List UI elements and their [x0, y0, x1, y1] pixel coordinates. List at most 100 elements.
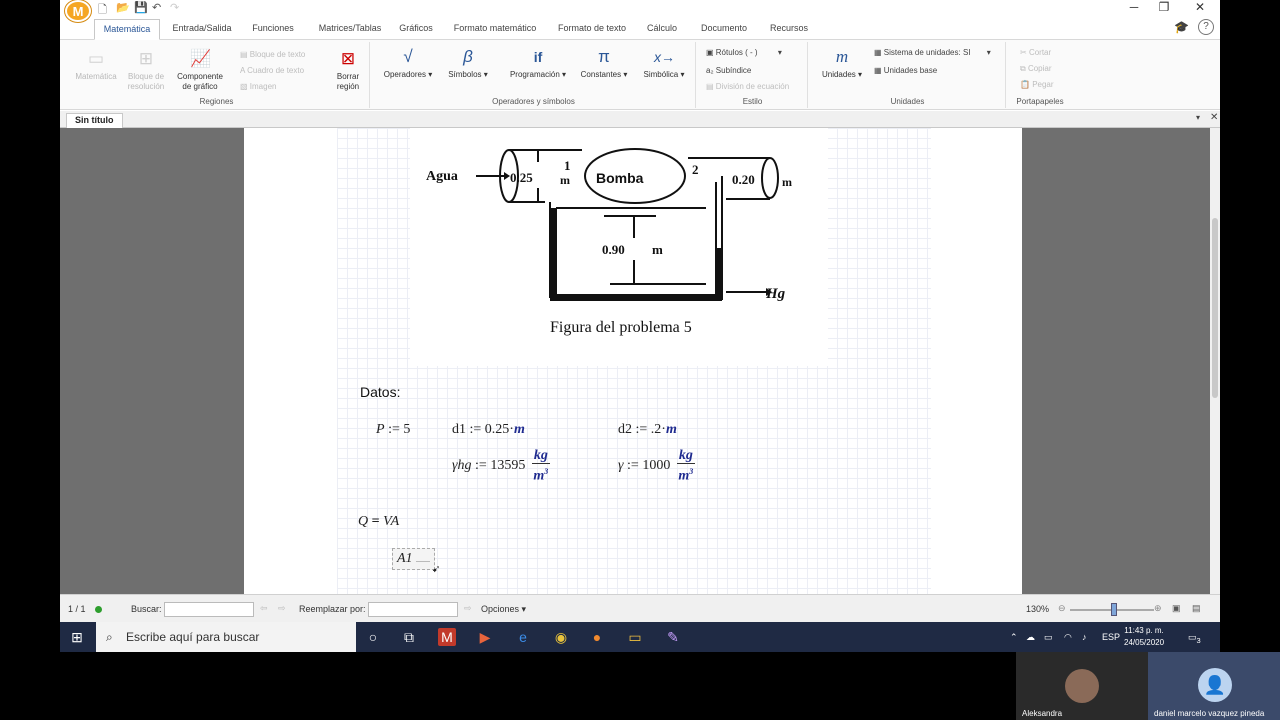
opciones-dropdown[interactable]: Opciones ▾: [481, 604, 526, 615]
file-explorer-icon[interactable]: ▭: [626, 628, 644, 646]
search-input[interactable]: [164, 602, 254, 617]
tab-formato-texto[interactable]: Formato de texto: [552, 19, 632, 40]
constantes-button[interactable]: π Constantes ▾: [576, 48, 632, 80]
maximize-button[interactable]: ❐: [1154, 0, 1174, 14]
zoom-slider-thumb[interactable]: [1111, 603, 1117, 616]
math-region-icon: ▭: [87, 49, 105, 68]
eq-p-region[interactable]: P := 5: [376, 422, 410, 438]
edge-icon[interactable]: e: [514, 628, 532, 646]
bloque-texto-button[interactable]: ▤ Bloque de texto: [240, 50, 305, 59]
eq-d1-region[interactable]: d1 := 0.25·m: [452, 422, 525, 438]
figure-caption: Figura del problema 5: [550, 319, 692, 336]
unidades-button[interactable]: m Unidades ▾: [816, 48, 868, 80]
copiar-button[interactable]: ⧉ Copiar: [1020, 64, 1052, 74]
reemplazar-label: Reemplazar por:: [299, 604, 366, 614]
subindice-button[interactable]: a₂ Subíndice: [706, 66, 751, 75]
chrome-icon[interactable]: ◉: [552, 628, 570, 646]
zoom-out-icon[interactable]: ⊖: [1058, 603, 1066, 614]
next-arrow-icon[interactable]: ⇨: [278, 603, 286, 614]
bloque-resolucion-button[interactable]: ⊞ Bloque de resolución: [124, 50, 168, 92]
cuadro-texto-button[interactable]: A Cuadro de texto: [240, 66, 304, 75]
volume-icon[interactable]: ♪: [1082, 622, 1087, 652]
page-view-icon[interactable]: ▣: [1172, 603, 1181, 614]
label-d2: 0.20: [732, 172, 755, 187]
simbolos-button[interactable]: β Símbolos ▾: [442, 48, 494, 80]
chart-icon: 📈: [190, 49, 212, 68]
task-view-icon[interactable]: ⧉: [400, 628, 418, 646]
save-icon[interactable]: 💾: [134, 1, 148, 14]
notifications-icon[interactable]: ▭3: [1188, 622, 1201, 656]
label-h-unit: m: [652, 242, 663, 257]
sistema-unidades-dropdown[interactable]: ▦ Sistema de unidades: SI ▾: [874, 48, 991, 57]
document-tab[interactable]: Sin título: [66, 113, 123, 128]
datos-label[interactable]: Datos:: [360, 384, 400, 400]
tab-formato-matematico[interactable]: Formato matemático: [448, 19, 542, 40]
eq-gamma-region[interactable]: γ := 1000 kg m3: [618, 448, 695, 484]
zoom-in-icon[interactable]: ⊕: [1154, 603, 1162, 614]
cortana-icon[interactable]: ○: [364, 628, 382, 646]
pegar-button[interactable]: 📋 Pegar: [1020, 80, 1054, 89]
help-icon[interactable]: ?: [1198, 19, 1214, 35]
language-indicator[interactable]: ESP: [1102, 622, 1120, 652]
group-portapapeles: ✂ Cortar ⧉ Copiar 📋 Pegar Portapapeles: [1016, 48, 1064, 106]
video-tile-daniel[interactable]: 👤 daniel marcelo vazquez pineda: [1148, 652, 1280, 720]
eq-d2-region[interactable]: d2 := .2·m: [618, 422, 677, 438]
undo-icon[interactable]: ↶: [152, 1, 161, 14]
imagen-button[interactable]: ▧ Imagen: [240, 82, 276, 91]
group-unidades: m Unidades ▾ ▦ Sistema de unidades: SI ▾ …: [810, 42, 1006, 108]
wifi-icon[interactable]: ◠: [1064, 622, 1072, 652]
worksheet-page[interactable]: Agua 0.25 m 1 Bomba 2 0.20 m 0.90 m Hg F…: [244, 128, 1022, 594]
scrollbar-thumb[interactable]: [1212, 218, 1218, 398]
battery-icon[interactable]: ▭: [1044, 622, 1053, 652]
label-n1: 1: [564, 158, 571, 173]
mathcad-taskbar-icon[interactable]: M: [438, 628, 456, 646]
programacion-button[interactable]: if Programación ▾: [502, 48, 574, 80]
eq-gamma-hg-region[interactable]: γhg := 13595 kg m3: [452, 448, 550, 484]
draft-view-icon[interactable]: ▤: [1192, 603, 1201, 614]
firefox-icon[interactable]: ●: [588, 628, 606, 646]
graduation-cap-icon[interactable]: 🎓: [1174, 20, 1189, 34]
cortar-button[interactable]: ✂ Cortar: [1020, 48, 1051, 57]
tab-matematica[interactable]: Matemática: [94, 19, 160, 40]
tray-chevron-icon[interactable]: ⌃: [1010, 622, 1018, 652]
close-button[interactable]: ✕: [1190, 0, 1210, 14]
unidades-base-button[interactable]: ▦ Unidades base: [874, 66, 937, 75]
minimize-button[interactable]: ─: [1124, 0, 1144, 14]
paint-icon[interactable]: ✎: [664, 628, 682, 646]
label-d2-unit: m: [782, 175, 792, 189]
app-logo[interactable]: M: [65, 0, 91, 22]
prev-arrow-icon[interactable]: ⇦: [260, 603, 268, 614]
label-hg: Hg: [765, 286, 786, 302]
division-ecuacion-button[interactable]: ▤ División de ecuación: [706, 82, 789, 91]
operadores-button[interactable]: √ Operadores ▾: [382, 48, 434, 80]
tab-entrada-salida[interactable]: Entrada/Salida: [168, 19, 236, 40]
video-tile-aleksandra[interactable]: Aleksandra: [1016, 652, 1148, 720]
eq-q-region[interactable]: Q = VA: [358, 514, 399, 530]
eq-a1-active-region[interactable]: A1: [392, 548, 436, 570]
tab-funciones[interactable]: Funciones: [246, 19, 300, 40]
onedrive-icon[interactable]: ☁: [1026, 622, 1035, 652]
clock[interactable]: 11:43 p. m. 24/05/2020: [1124, 625, 1164, 649]
vertical-scrollbar[interactable]: [1210, 128, 1220, 594]
tab-documento[interactable]: Documento: [696, 19, 752, 40]
tab-calculo[interactable]: Cálculo: [642, 19, 682, 40]
tab-graficos[interactable]: Gráficos: [394, 19, 438, 40]
tab-recursos[interactable]: Recursos: [764, 19, 814, 40]
rotulos-dropdown[interactable]: ▣ Rótulos ( - ) ▾: [706, 48, 782, 57]
replace-arrow-icon[interactable]: ⇨: [464, 603, 472, 614]
ribbon: ▭ Matemática ⊞ Bloque de resolución 📈 Compo…: [60, 40, 1220, 110]
matematica-button[interactable]: ▭ Matemática: [74, 50, 118, 82]
close-tab-icon[interactable]: ✕: [1210, 112, 1218, 123]
tab-list-icon[interactable]: ▾: [1196, 113, 1200, 122]
simbolica-button[interactable]: x→ Simbólica ▾: [636, 48, 692, 80]
powerpoint-icon[interactable]: ▶: [476, 628, 494, 646]
tab-matrices-tablas[interactable]: Matrices/Tablas: [310, 19, 390, 40]
borrar-region-button[interactable]: ⊠ Borrar región: [328, 50, 368, 92]
redo-icon[interactable]: ↷: [170, 1, 179, 14]
replace-input[interactable]: [368, 602, 458, 617]
windows-start-icon[interactable]: ⊞: [68, 628, 86, 646]
open-folder-icon[interactable]: 📂: [116, 1, 130, 14]
componente-grafico-button[interactable]: 📈 Componente de gráfico: [172, 50, 228, 92]
app-window: M 🗋 📂 💾 ↶ ↷ ─ ❐ ✕ Matemática Entrada/Sal…: [60, 0, 1220, 622]
taskbar-search[interactable]: ⌕ Escribe aquí para buscar: [96, 622, 356, 652]
